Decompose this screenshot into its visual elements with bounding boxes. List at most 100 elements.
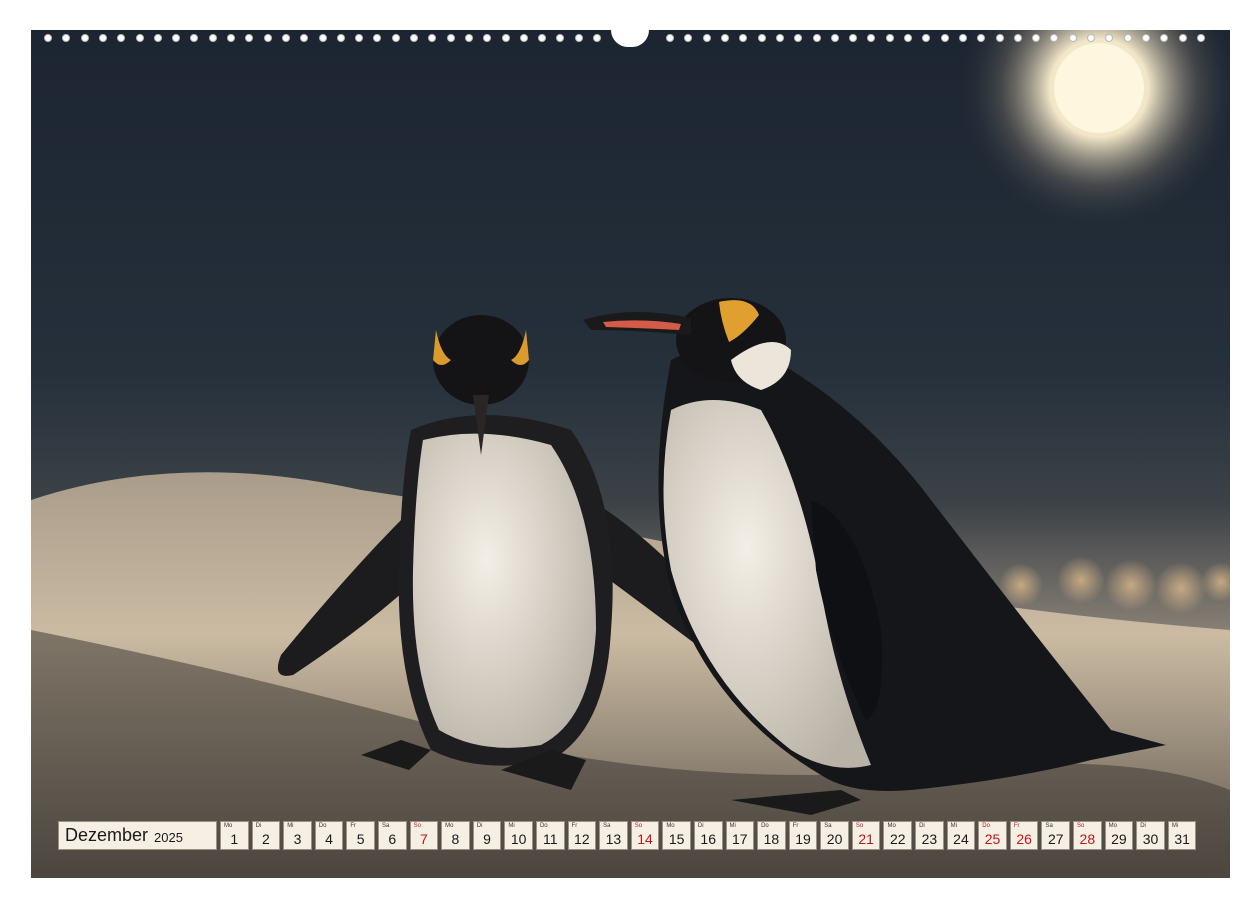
binding-hole <box>739 34 747 42</box>
day-number: 7 <box>419 831 428 847</box>
binding-hole <box>1179 34 1187 42</box>
day-weekday: So <box>1077 823 1085 829</box>
binding-hole <box>373 34 381 42</box>
day-weekday: Mi <box>1171 823 1179 829</box>
binding-hole <box>996 34 1004 42</box>
day-cell: Mi 3 <box>283 821 312 850</box>
binding-hole <box>1032 34 1040 42</box>
day-cell: Di 16 <box>693 821 723 850</box>
binding-hole <box>355 34 363 42</box>
binding-hole <box>392 34 400 42</box>
day-number: 6 <box>388 831 397 847</box>
day-number: 26 <box>1016 831 1032 847</box>
day-number: 23 <box>921 831 938 847</box>
day-cell: Do 11 <box>535 821 565 850</box>
binding-hole <box>849 34 857 42</box>
day-weekday: Fr <box>792 823 799 829</box>
day-weekday: Mi <box>729 823 736 829</box>
day-weekday: Di <box>476 823 483 829</box>
day-cell: Sa 20 <box>820 821 849 850</box>
calendar-hanger <box>611 30 649 47</box>
binding-hole <box>428 34 436 42</box>
day-number: 1 <box>230 831 239 847</box>
day-number: 21 <box>858 831 874 847</box>
binding-hole <box>1105 34 1113 42</box>
day-weekday: Do <box>318 823 327 829</box>
binding-hole <box>922 34 930 42</box>
day-number: 5 <box>356 831 365 847</box>
day-cell: Mi 31 <box>1167 821 1197 850</box>
day-weekday: Fr <box>1013 823 1020 829</box>
day-number: 22 <box>889 831 906 847</box>
day-weekday: Mo <box>887 823 896 829</box>
day-number: 27 <box>1047 831 1064 847</box>
binding-hole <box>867 34 875 42</box>
binding-hole <box>538 34 546 42</box>
binding-hole <box>227 34 235 42</box>
day-number: 18 <box>763 831 780 847</box>
binding-hole <box>245 34 253 42</box>
day-number: 9 <box>483 831 491 847</box>
month-year: 2025 <box>154 829 183 845</box>
binding-hole <box>465 34 473 42</box>
day-cell: Sa 6 <box>377 821 407 850</box>
day-cell: Mi 17 <box>725 821 755 850</box>
binding-hole <box>447 34 455 42</box>
month-label: Dezember 2025 <box>58 821 217 850</box>
day-cell: Fr 5 <box>346 821 375 850</box>
binding-hole <box>117 34 125 42</box>
binding-hole <box>1014 34 1022 42</box>
day-weekday: Di <box>697 823 704 829</box>
day-number: 4 <box>325 831 333 847</box>
binding-hole <box>575 34 583 42</box>
day-number: 2 <box>261 831 270 847</box>
penguins-moonlight-image <box>31 30 1230 878</box>
binding-hole <box>81 34 89 42</box>
binding-hole <box>776 34 784 42</box>
day-number: 14 <box>637 831 653 847</box>
binding-hole <box>886 34 894 42</box>
day-cell: Mi 24 <box>946 821 976 850</box>
day-weekday: Mi <box>950 823 957 829</box>
wire-binding <box>0 30 1260 47</box>
binding-hole <box>44 34 52 42</box>
binding-hole <box>172 34 180 42</box>
day-number: 17 <box>732 831 748 847</box>
binding-hole <box>337 34 345 42</box>
day-number: 29 <box>1111 831 1127 847</box>
day-number: 11 <box>542 831 558 847</box>
binding-hole <box>831 34 839 42</box>
day-weekday: Sa <box>603 823 611 829</box>
binding-hole <box>703 34 711 42</box>
day-weekday: Mo <box>445 823 454 829</box>
binding-hole <box>794 34 802 42</box>
binding-hole <box>99 34 107 42</box>
binding-hole <box>721 34 729 42</box>
binding-hole <box>666 34 674 42</box>
binding-hole <box>977 34 985 42</box>
month-name: Dezember <box>65 825 149 845</box>
binding-hole <box>1087 34 1095 42</box>
day-number: 15 <box>668 831 685 847</box>
binding-hole <box>684 34 692 42</box>
day-number: 30 <box>1142 831 1159 847</box>
day-number: 31 <box>1174 831 1190 847</box>
day-weekday: Mo <box>666 823 675 829</box>
day-weekday: Sa <box>1045 823 1053 829</box>
day-cell: Do 18 <box>757 821 786 850</box>
day-weekday: Sa <box>381 823 390 829</box>
binding-hole <box>593 34 601 42</box>
day-cell: Fr 12 <box>567 821 597 850</box>
day-weekday: Mo <box>1108 823 1117 829</box>
binding-hole <box>264 34 272 42</box>
day-weekday: Fr <box>571 823 578 829</box>
day-cell: Mi 10 <box>504 821 533 850</box>
binding-hole <box>483 34 491 42</box>
binding-hole <box>813 34 821 42</box>
day-number: 12 <box>574 831 590 847</box>
day-cell: Mo 15 <box>662 821 691 850</box>
day-weekday: Di <box>255 823 262 829</box>
day-cell: Do 4 <box>314 821 344 850</box>
binding-hole <box>502 34 510 42</box>
binding-hole <box>520 34 528 42</box>
